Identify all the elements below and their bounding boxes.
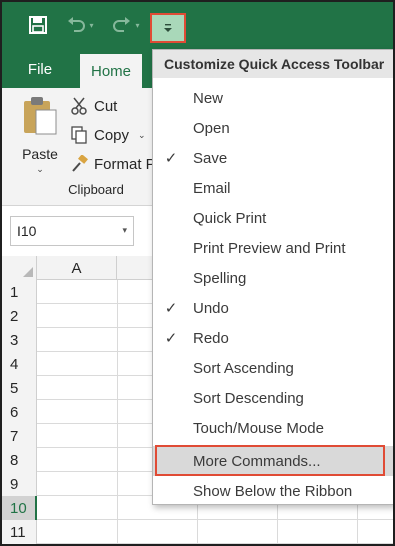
customize-quick-access-button[interactable]	[150, 13, 186, 43]
menu-item-undo[interactable]: ✓ Undo	[153, 293, 393, 323]
menu-item-new[interactable]: New	[153, 83, 393, 113]
title-bar: ▾ ▾	[2, 2, 393, 50]
row-header[interactable]: 1	[2, 280, 37, 304]
menu-item-label: Quick Print	[193, 209, 267, 227]
menu-item-label: Email	[193, 179, 231, 197]
copy-label: Copy	[94, 126, 130, 144]
save-icon[interactable]	[26, 12, 50, 38]
checkmark-icon: ✓	[164, 330, 178, 347]
tab-file[interactable]: File	[16, 50, 64, 88]
row-header[interactable]: 4	[2, 352, 37, 376]
menu-item-save[interactable]: ✓ Save	[153, 143, 393, 173]
menu-item-label: New	[193, 89, 224, 107]
menu-item-label: Sort Descending	[193, 389, 304, 407]
column-header-a[interactable]: A	[37, 256, 117, 280]
chevron-down-icon[interactable]: ▾	[122, 225, 127, 236]
select-all-icon	[23, 267, 33, 277]
menu-item-label: Sort Ascending	[193, 359, 294, 377]
menu-item-touch-mouse-mode[interactable]: Touch/Mouse Mode	[153, 413, 393, 443]
column-gridline	[117, 280, 118, 544]
row-header[interactable]: 7	[2, 424, 37, 448]
menu-item-redo[interactable]: ✓ Redo	[153, 323, 393, 353]
copy-dropdown-icon[interactable]: ⌄	[138, 130, 146, 141]
select-all-corner[interactable]	[2, 256, 37, 280]
menu-item-label: Spelling	[193, 269, 247, 287]
menu-item-sort-ascending[interactable]: Sort Ascending	[153, 353, 393, 383]
row-header[interactable]: 6	[2, 400, 37, 424]
menu-item-email[interactable]: Email	[153, 173, 393, 203]
menu-item-label: Open	[193, 119, 230, 137]
menu-item-open[interactable]: Open	[153, 113, 393, 143]
undo-icon[interactable]: ▾	[60, 12, 100, 38]
name-box[interactable]: I10 ▾	[10, 216, 134, 246]
row-header[interactable]: 5	[2, 376, 37, 400]
menu-item-label: Touch/Mouse Mode	[193, 419, 324, 437]
chevron-down-icon[interactable]: ⌄	[18, 164, 62, 175]
row-header[interactable]: 11	[2, 520, 37, 544]
grid-row: 11	[2, 520, 393, 544]
menu-item-label: Redo	[193, 329, 229, 347]
paste-button[interactable]: Paste ⌄	[18, 96, 62, 174]
row-header[interactable]: 2	[2, 304, 37, 328]
paintbrush-icon	[68, 155, 90, 173]
row-header-active[interactable]: 10	[2, 496, 37, 520]
menu-item-sort-descending[interactable]: Sort Descending	[153, 383, 393, 413]
undo-dropdown-icon[interactable]: ▾	[89, 21, 93, 30]
menu-item-label: Show Below the Ribbon	[193, 482, 353, 500]
customize-qat-menu: Customize Quick Access Toolbar New Open …	[152, 49, 393, 506]
menu-item-label: Undo	[193, 299, 229, 317]
paste-label: Paste	[22, 146, 58, 162]
customize-dropdown-icon	[164, 24, 172, 32]
cut-label: Cut	[94, 97, 118, 115]
copy-button[interactable]: Copy ⌄	[68, 123, 146, 147]
clipboard-group-label: Clipboard	[68, 182, 124, 197]
checkmark-icon: ✓	[164, 300, 178, 317]
redo-icon[interactable]: ▾	[106, 12, 146, 38]
name-box-value: I10	[17, 223, 37, 239]
menu-title: Customize Quick Access Toolbar	[153, 50, 393, 78]
checkmark-icon: ✓	[164, 150, 178, 167]
menu-item-show-below-ribbon[interactable]: Show Below the Ribbon	[153, 476, 393, 506]
clipboard-icon	[24, 97, 57, 135]
menu-item-label: Save	[193, 149, 228, 167]
format-painter-label: Format P	[94, 155, 156, 173]
menu-item-label: Print Preview and Print	[193, 239, 346, 257]
format-painter-button[interactable]: Format P	[68, 152, 156, 176]
menu-item-quick-print[interactable]: Quick Print	[153, 203, 393, 233]
tab-home[interactable]: Home	[80, 54, 142, 88]
copy-icon	[68, 126, 90, 144]
menu-item-spelling[interactable]: Spelling	[153, 263, 393, 293]
menu-item-more-commands[interactable]: More Commands...	[153, 446, 393, 476]
cut-button[interactable]: Cut	[68, 94, 117, 118]
redo-dropdown-icon[interactable]: ▾	[135, 21, 139, 30]
menu-item-label: More Commands...	[193, 452, 321, 470]
row-header[interactable]: 3	[2, 328, 37, 352]
excel-window: ▾ ▾ File Home Paste ⌄ Cut Copy ⌄ Format …	[0, 0, 395, 546]
scissors-icon	[68, 97, 90, 115]
row-header[interactable]: 8	[2, 448, 37, 472]
menu-item-print-preview[interactable]: Print Preview and Print	[153, 233, 393, 263]
row-header[interactable]: 9	[2, 472, 37, 496]
